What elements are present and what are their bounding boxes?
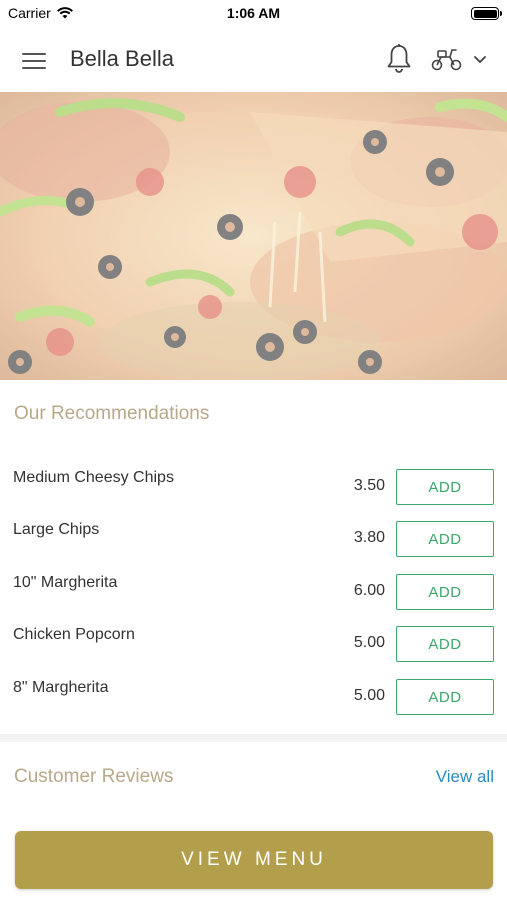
restaurant-title: Bella Bella	[70, 46, 174, 71]
item-price: 3.50	[353, 477, 385, 494]
status-bar: Carrier 1:06 AM	[0, 0, 507, 28]
recommendation-row: 8" Margherita 5.00 ADD	[0, 679, 507, 731]
status-time: 1:06 AM	[226, 5, 281, 21]
add-button[interactable]: ADD	[396, 679, 494, 715]
app-header: Bella Bella	[0, 28, 507, 92]
add-button[interactable]: ADD	[396, 469, 494, 505]
item-price: 3.80	[353, 529, 385, 546]
bell-icon[interactable]	[384, 43, 414, 75]
item-name: Large Chips	[13, 521, 100, 538]
item-price: 5.00	[353, 634, 385, 651]
scooter-icon[interactable]	[430, 46, 464, 72]
item-name: 10" Margherita	[13, 574, 118, 591]
item-name: 8" Margherita	[13, 679, 109, 696]
battery-icon	[471, 7, 502, 20]
view-all-link[interactable]: View all	[436, 767, 494, 787]
add-button[interactable]: ADD	[396, 626, 494, 662]
item-price: 5.00	[353, 687, 385, 704]
add-button[interactable]: ADD	[396, 574, 494, 610]
hero-pizza-image	[0, 92, 507, 380]
recommendation-row: Medium Cheesy Chips 3.50 ADD	[0, 469, 507, 521]
add-button[interactable]: ADD	[396, 521, 494, 557]
view-menu-button[interactable]: VIEW MENU	[15, 831, 493, 889]
chevron-down-icon[interactable]	[472, 53, 488, 65]
recommendation-row: Chicken Popcorn 5.00 ADD	[0, 626, 507, 678]
recommendation-row: 10" Margherita 6.00 ADD	[0, 574, 507, 626]
item-name: Medium Cheesy Chips	[13, 469, 174, 486]
item-price: 6.00	[353, 582, 385, 599]
recommendation-row: Large Chips 3.80 ADD	[0, 521, 507, 573]
recommendations-title: Our Recommendations	[14, 403, 210, 424]
menu-icon[interactable]	[22, 50, 48, 70]
reviews-title: Customer Reviews	[14, 766, 174, 787]
section-divider	[0, 734, 507, 742]
item-name: Chicken Popcorn	[13, 626, 135, 643]
